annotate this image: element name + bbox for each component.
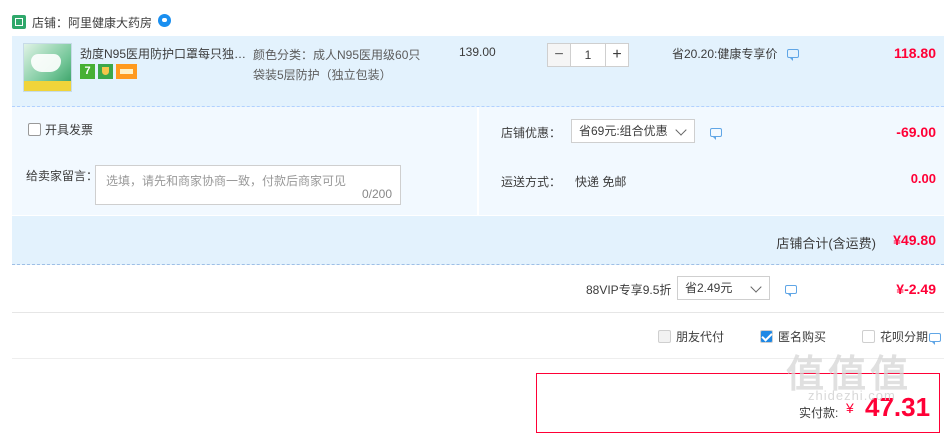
qty-input[interactable]: 1 <box>571 43 605 67</box>
friend-pay-option[interactable]: 朋友代付 <box>658 328 724 345</box>
payment-label: 实付款: <box>799 406 839 420</box>
message-label: 给卖家留言： <box>26 169 99 183</box>
anonymous-checkbox[interactable] <box>760 330 773 343</box>
watermark-url: zhidezhi.com <box>808 388 896 403</box>
guarantee-shield-icon <box>98 64 113 79</box>
qty-minus-button[interactable]: − <box>547 43 571 67</box>
store-total-label: 店铺合计(含运费) <box>776 236 876 251</box>
vip-select[interactable]: 省2.49元 <box>677 276 770 300</box>
chat-badge-icon[interactable] <box>158 13 172 27</box>
discount-info-icon[interactable] <box>786 49 799 61</box>
order-options: 开具发票 给卖家留言： 选填，请先和商家协商一致，付款后商家可见 0/200 店… <box>12 107 944 215</box>
quantity-stepper: − 1 + <box>547 43 629 67</box>
coupon-amount: -69.00 <box>896 124 936 140</box>
coupon-info-icon[interactable] <box>710 128 722 140</box>
vip-amount: ¥-2.49 <box>896 281 936 297</box>
product-badges: 7 <box>80 64 137 79</box>
store-icon <box>12 15 26 29</box>
product-row: 劲度N95医用防护口罩每只独立包装 7 颜色分类：成人N95医用级60只袋装5层… <box>12 36 944 107</box>
coupon-select-value: 省69元:组合优惠 <box>579 124 668 138</box>
invoice-checkbox[interactable] <box>28 123 41 136</box>
unit-price: 139.00 <box>459 45 496 59</box>
store-name-link[interactable]: 店铺：阿里健康大药房 <box>32 14 152 31</box>
friend-pay-checkbox[interactable] <box>658 330 671 343</box>
shipping-method: 快递 免邮 <box>575 175 627 189</box>
shipping-label: 运送方式： <box>501 175 562 189</box>
store-total-value: ¥49.80 <box>893 232 936 248</box>
message-char-count: 0/200 <box>361 187 392 201</box>
product-thumbnail[interactable] <box>23 43 72 92</box>
product-discount: 省20.20:健康专享价 <box>672 45 799 62</box>
vip-select-value: 省2.49元 <box>685 281 733 295</box>
vip-info-icon[interactable] <box>785 285 797 297</box>
store-total-row: 店铺合计(含运费) ¥49.80 <box>12 216 944 265</box>
product-sku: 颜色分类：成人N95医用级60只袋装5层防护（独立包装） <box>253 48 421 82</box>
product-title-link[interactable]: 劲度N95医用防护口罩每只独立包装 <box>80 45 248 62</box>
invoice-label: 开具发票 <box>45 123 94 137</box>
shipping-amount: 0.00 <box>910 171 936 186</box>
friend-pay-label: 朋友代付 <box>676 330 725 344</box>
message-placeholder: 选填，请先和商家协商一致，付款后商家可见 <box>106 174 347 188</box>
discount-text: 省20.20:健康专享价 <box>672 47 778 61</box>
product-subtotal: 118.80 <box>893 45 936 61</box>
chevron-down-icon <box>675 124 687 136</box>
seller-message-input[interactable]: 选填，请先和商家协商一致，付款后商家可见 0/200 <box>95 165 401 205</box>
invoice-option[interactable]: 开具发票 <box>28 121 93 138</box>
vip-discount-row: 88VIP专享9.5折 省2.49元 ¥-2.49 <box>12 265 944 313</box>
qty-plus-button[interactable]: + <box>605 43 629 67</box>
store-options-panel: 店铺优惠： 省69元:组合优惠 -69.00 运送方式： 快递 免邮 0.00 <box>479 107 944 215</box>
coupon-select[interactable]: 省69元:组合优惠 <box>571 119 695 143</box>
huabei-info-icon[interactable] <box>929 333 941 345</box>
huabei-checkbox[interactable] <box>862 330 875 343</box>
chevron-down-icon <box>750 281 762 293</box>
buyer-options-panel: 开具发票 给卖家留言： 选填，请先和商家协商一致，付款后商家可见 0/200 <box>12 107 477 215</box>
vip-label: 88VIP专享9.5折 <box>586 283 672 297</box>
seven-day-return-icon: 7 <box>80 64 95 79</box>
coupon-label: 店铺优惠： <box>501 126 562 140</box>
credit-card-icon <box>116 64 137 79</box>
store-header: 店铺：阿里健康大药房 <box>12 12 172 32</box>
